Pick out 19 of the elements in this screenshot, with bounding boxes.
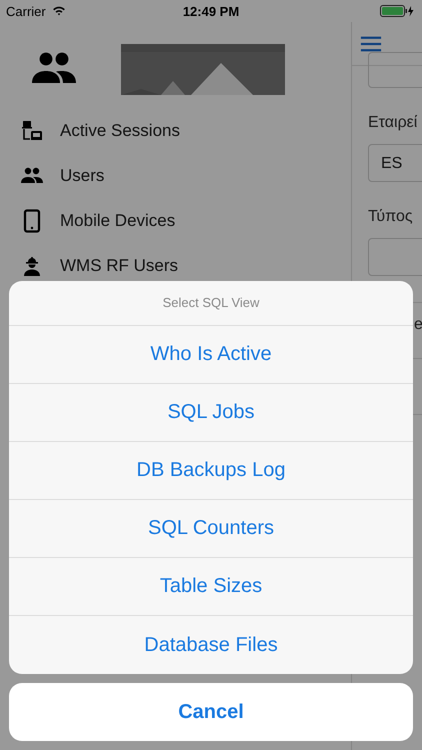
field-label: Τύπος — [368, 208, 414, 226]
computers-icon — [20, 118, 44, 142]
sheet-option[interactable]: Who Is Active — [9, 326, 413, 384]
menu-item[interactable]: Active Sessions — [20, 108, 351, 153]
sheet-option[interactable]: DB Backups Log — [9, 442, 413, 500]
menu-item[interactable]: Users — [20, 153, 351, 198]
sheet-option[interactable]: Database Files — [9, 616, 413, 674]
input-field[interactable]: ES — [368, 144, 422, 182]
battery-icon — [380, 5, 416, 17]
field-label: Εταιρεί — [368, 114, 418, 132]
sheet-title: Select SQL View — [9, 281, 413, 326]
status-time: 12:49 PM — [182, 4, 240, 18]
sheet-option[interactable]: SQL Jobs — [9, 384, 413, 442]
cancel-button[interactable]: Cancel — [9, 683, 413, 741]
menu-item[interactable]: Mobile Devices — [20, 198, 351, 243]
sheet-option[interactable]: Table Sizes — [9, 558, 413, 616]
carrier-name: Carrier — [6, 4, 46, 18]
sheet-option[interactable]: SQL Counters — [9, 500, 413, 558]
wifi-icon — [50, 4, 67, 18]
